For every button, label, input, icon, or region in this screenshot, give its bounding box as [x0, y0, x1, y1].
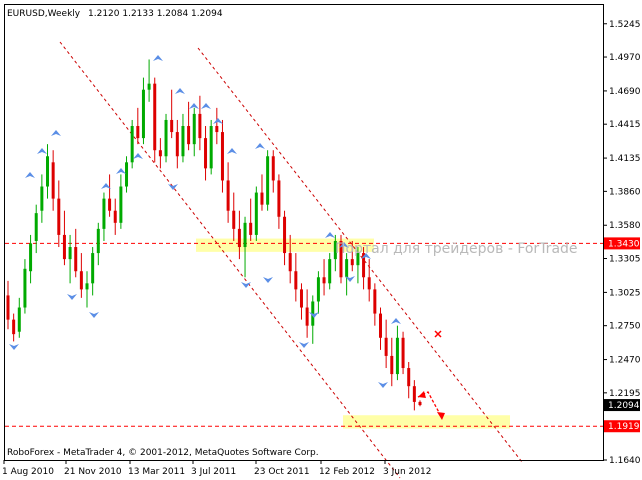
footer-copyright: RoboForex - MetaTrader 4, © 2001-2012, M… [7, 448, 319, 458]
candle-body [136, 126, 140, 139]
candle-body [130, 126, 134, 163]
candle-body [125, 162, 129, 187]
candle-body [294, 271, 298, 290]
candle-body [277, 180, 281, 217]
candle-body [373, 289, 377, 314]
ohlc-values: 1.2120 1.2133 1.2084 1.2094 [88, 9, 223, 19]
y-tick-label: 1.2195 [609, 389, 641, 399]
candle-body [220, 132, 224, 181]
candle-body [96, 228, 100, 254]
candle-body [153, 83, 157, 151]
y-tick-label: 1.2750 [609, 322, 641, 332]
current-price-label: 1.2094 [608, 401, 640, 411]
y-tick-label: 1.3305 [609, 255, 641, 265]
candle-body [198, 113, 202, 139]
candle-body [91, 253, 95, 284]
chart-title: EURUSD,Weekly [7, 9, 81, 19]
candle-body [378, 313, 382, 338]
candle-body [29, 243, 33, 272]
candle-body [17, 307, 21, 332]
candle-body [113, 210, 117, 223]
candle-body [192, 113, 196, 145]
candle-body [62, 234, 66, 260]
price-chart: Портал для трейдеров - ForTrade 1.5245 1.… [0, 0, 642, 480]
candle-body [367, 277, 371, 290]
candle-body [23, 268, 27, 308]
x-tick-label: 13 Mar 2011 [128, 467, 185, 477]
y-tick-label: 1.4135 [609, 154, 641, 164]
candle-body [57, 198, 61, 235]
y-tick-label: 1.3580 [609, 221, 641, 231]
candle-body [12, 319, 16, 335]
y-tick-label: 1.4415 [609, 120, 641, 130]
candle-body [305, 307, 309, 326]
candle-body [418, 401, 422, 406]
candle-body [271, 156, 275, 181]
candle-body [288, 253, 292, 272]
candle-body [175, 132, 179, 157]
candle-body [40, 186, 44, 211]
candle-body [187, 126, 191, 145]
candle-body [237, 228, 241, 248]
candle-body [249, 222, 253, 235]
candle-body [407, 368, 411, 387]
candle-body [395, 337, 399, 375]
candle-body [243, 222, 247, 248]
candle-body [254, 192, 258, 235]
candle-body [283, 216, 287, 254]
y-tick-label: 1.5245 [609, 20, 641, 30]
y-tick-label: 1.3025 [609, 288, 641, 298]
x-tick-label: 3 Jun 2012 [383, 467, 431, 477]
x-tick-label: 1 Aug 2010 [2, 467, 54, 477]
candle-body [34, 213, 38, 241]
level-price-label: 1.3430 [608, 239, 640, 249]
candle-body [147, 83, 151, 90]
level-price-label: 1.1919 [608, 422, 640, 432]
candle-body [79, 271, 83, 290]
candle-body [74, 247, 78, 272]
candle-body [322, 277, 326, 284]
candle-body [102, 198, 106, 229]
candle-body [328, 259, 332, 284]
y-tick-label: 1.4690 [609, 87, 641, 97]
candle-body [85, 283, 89, 290]
candle-body [226, 180, 230, 211]
candle-body [170, 119, 174, 133]
candle-body [232, 210, 236, 229]
candle-body [350, 259, 354, 266]
y-tick-label: 1.1640 [609, 456, 641, 466]
candle-body [164, 119, 168, 157]
x-tick-label: 3 Jul 2011 [191, 467, 236, 477]
candle-body [384, 337, 388, 356]
x-tick-label: 21 Nov 2010 [64, 467, 122, 477]
candle-body [6, 295, 10, 320]
candle-body [345, 259, 349, 278]
candle-body [158, 150, 162, 157]
candle-body [46, 156, 50, 187]
watermark-text: Портал для трейдеров - ForTrade [335, 241, 578, 257]
candle-body [108, 198, 112, 211]
candle-body [51, 162, 55, 199]
candle-body [119, 186, 123, 223]
y-tick-label: 1.2470 [609, 356, 641, 366]
candle-body [266, 156, 270, 205]
candle-body [141, 89, 145, 139]
y-tick-label: 1.4970 [609, 53, 641, 63]
candle-body [401, 337, 405, 369]
candle-body [299, 289, 303, 308]
x-tick-label: 23 Oct 2011 [254, 467, 310, 477]
candle-body [209, 126, 213, 169]
y-tick-label: 1.3860 [609, 187, 641, 197]
candle-body [316, 277, 320, 302]
candle-body [412, 386, 416, 402]
candle-body [204, 138, 208, 169]
candle-body [68, 247, 72, 260]
candle-body [260, 192, 264, 205]
x-tick-label: 12 Feb 2012 [319, 467, 375, 477]
candle-body [390, 355, 394, 375]
candle-body [215, 126, 219, 133]
candle-body [181, 126, 185, 157]
